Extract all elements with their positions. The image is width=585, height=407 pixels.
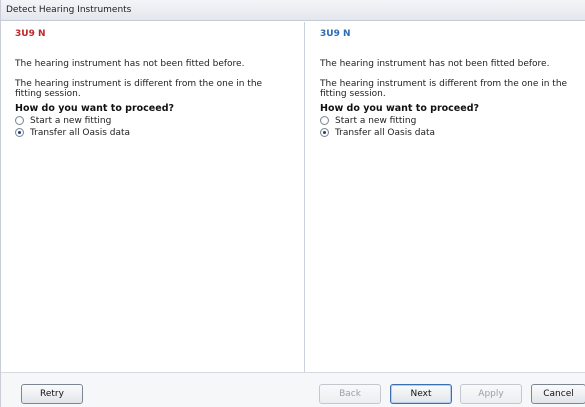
cancel-button[interactable]: Cancel bbox=[531, 384, 585, 404]
left-option-start-new-fitting-label: Start a new fitting bbox=[30, 115, 112, 126]
left-radio-transfer-oasis-data[interactable] bbox=[15, 128, 24, 137]
right-option-transfer-oasis-data-label: Transfer all Oasis data bbox=[335, 127, 436, 138]
left-proceed-question: How do you want to proceed? bbox=[15, 103, 174, 114]
apply-button[interactable]: Apply bbox=[460, 384, 522, 404]
right-radio-start-new-fitting[interactable] bbox=[320, 116, 329, 125]
left-radio-start-new-fitting[interactable] bbox=[15, 116, 24, 125]
window-title-bar: Detect Hearing Instruments bbox=[1, 0, 585, 21]
dialog-button-bar: Retry Back Next Apply Cancel bbox=[1, 372, 585, 407]
right-device-name: 3U9 N bbox=[320, 29, 351, 39]
right-option-start-new-fitting-label: Start a new fitting bbox=[335, 115, 417, 126]
left-not-fitted-message: The hearing instrument has not been fitt… bbox=[15, 59, 245, 69]
left-different-instrument-message: The hearing instrument is different from… bbox=[15, 79, 263, 99]
window-title: Detect Hearing Instruments bbox=[6, 5, 132, 15]
right-proceed-question: How do you want to proceed? bbox=[320, 103, 479, 114]
detect-hearing-instruments-dialog: Detect Hearing Instruments 3U9 N The hea… bbox=[0, 0, 585, 407]
right-instrument-panel: 3U9 N The hearing instrument has not bee… bbox=[306, 22, 585, 372]
back-button[interactable]: Back bbox=[319, 384, 381, 404]
right-different-instrument-message: The hearing instrument is different from… bbox=[320, 79, 568, 99]
left-instrument-panel: 3U9 N The hearing instrument has not bee… bbox=[1, 22, 305, 372]
next-button[interactable]: Next bbox=[390, 384, 452, 404]
left-option-transfer-oasis-data-label: Transfer all Oasis data bbox=[30, 127, 131, 138]
left-device-name: 3U9 N bbox=[15, 29, 46, 39]
right-option-start-new-fitting[interactable]: Start a new fitting bbox=[320, 115, 416, 126]
right-radio-transfer-oasis-data[interactable] bbox=[320, 128, 329, 137]
retry-button[interactable]: Retry bbox=[21, 384, 83, 404]
right-not-fitted-message: The hearing instrument has not been fitt… bbox=[320, 59, 550, 69]
right-option-transfer-oasis-data[interactable]: Transfer all Oasis data bbox=[320, 127, 435, 138]
left-option-transfer-oasis-data[interactable]: Transfer all Oasis data bbox=[15, 127, 130, 138]
left-option-start-new-fitting[interactable]: Start a new fitting bbox=[15, 115, 111, 126]
